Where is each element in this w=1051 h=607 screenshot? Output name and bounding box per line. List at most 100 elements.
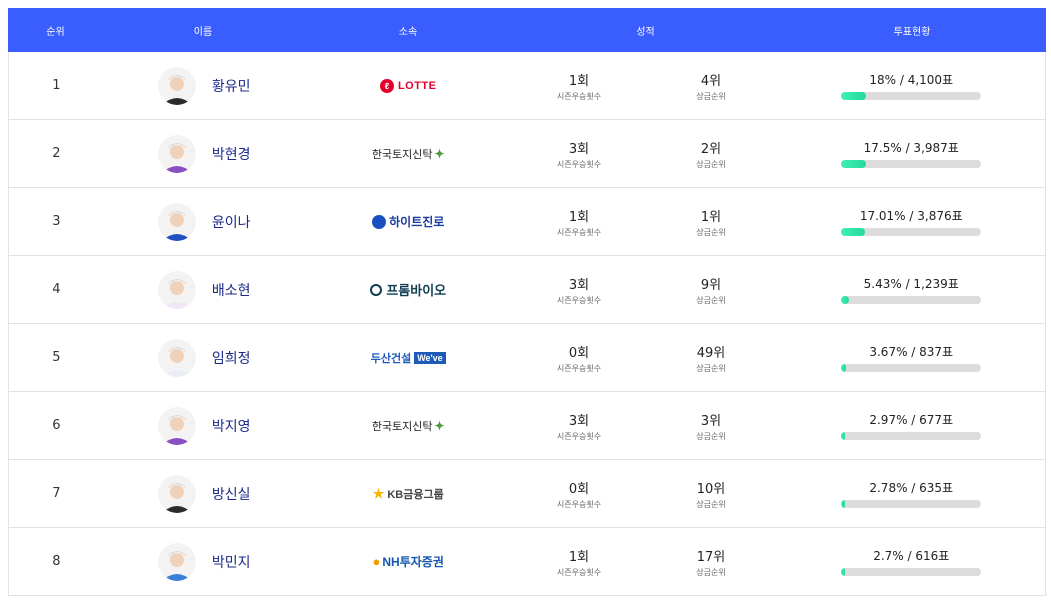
vote-ranking-table: 순위 이름 소속 성적 투표현황 1 황유민 ℓ LOTTE 1회 시즌우승횟수 … xyxy=(8,8,1046,596)
season-wins-stat: 1회 시즌우승횟수 xyxy=(513,546,645,578)
player-avatar[interactable] xyxy=(157,338,196,377)
vote-progress-bar xyxy=(841,296,982,304)
vote-text: 2.7% / 616표 xyxy=(873,549,950,563)
lotte-mark-icon: ℓ xyxy=(379,78,394,93)
vote-progress-fill xyxy=(841,228,866,236)
nh-mark-icon: ● xyxy=(372,554,381,569)
vote-text: 3.67% / 837표 xyxy=(869,345,954,359)
header-performance: 성적 xyxy=(636,26,655,38)
player-name[interactable]: 박지영 xyxy=(212,416,251,436)
land-trust-mark-icon: ✦ xyxy=(434,146,445,161)
season-wins-label: 시즌우승횟수 xyxy=(556,363,602,373)
sponsor-logo: 프롬바이오 xyxy=(303,280,513,299)
prize-rank-stat: 1위 상금순위 xyxy=(645,206,777,238)
season-wins-label: 시즌우승횟수 xyxy=(556,499,602,509)
player-avatar[interactable] xyxy=(157,474,196,513)
table-row[interactable]: 2 박현경 한국토지신탁 ✦ 3회 시즌우승횟수 2위 상금순위 17.5% / … xyxy=(8,120,1046,188)
season-wins-label: 시즌우승횟수 xyxy=(556,159,602,169)
player-avatar[interactable] xyxy=(157,202,196,241)
prize-rank-label: 상금순위 xyxy=(696,431,726,441)
sponsor-name: 하이트진로 xyxy=(389,215,445,229)
player-cell[interactable]: 박현경 xyxy=(104,134,304,173)
vote-cell: 3.67% / 837표 xyxy=(778,343,1045,372)
performance-cell: 1회 시즌우승횟수 17위 상금순위 xyxy=(513,546,777,578)
prize-rank-label: 상금순위 xyxy=(696,159,726,169)
table-row[interactable]: 6 박지영 한국토지신탁 ✦ 3회 시즌우승횟수 3위 상금순위 2.97% / … xyxy=(8,392,1046,460)
player-cell[interactable]: 윤이나 xyxy=(104,202,304,241)
vote-progress-fill xyxy=(841,296,849,304)
prize-rank-label: 상금순위 xyxy=(696,567,726,577)
kb-star-icon: ★ xyxy=(372,485,385,501)
vote-text: 2.78% / 635표 xyxy=(869,481,954,495)
prize-rank-label: 상금순위 xyxy=(696,91,726,101)
prize-rank-label: 상금순위 xyxy=(696,227,726,237)
player-name[interactable]: 배소현 xyxy=(212,280,251,300)
player-name[interactable]: 방신실 xyxy=(212,484,251,504)
player-name[interactable]: 황유민 xyxy=(212,76,251,96)
prize-rank-stat: 49위 상금순위 xyxy=(645,342,777,374)
player-avatar[interactable] xyxy=(157,542,196,581)
performance-cell: 3회 시즌우승횟수 3위 상금순위 xyxy=(513,410,777,442)
sponsor-name: 프롬바이오 xyxy=(386,283,447,298)
player-avatar[interactable] xyxy=(157,134,196,173)
sponsor-name: 두산건설 xyxy=(370,352,412,365)
vote-text: 17.01% / 3,876표 xyxy=(859,209,963,223)
player-cell[interactable]: 임희정 xyxy=(104,338,304,377)
table-row[interactable]: 5 임희정 두산건설 We've 0회 시즌우승횟수 49위 상금순위 3.67%… xyxy=(8,324,1046,392)
vote-progress-fill xyxy=(841,432,846,440)
season-wins-value: 0회 xyxy=(568,345,590,361)
player-cell[interactable]: 박지영 xyxy=(104,406,304,445)
vote-text: 2.97% / 677표 xyxy=(869,413,954,427)
season-wins-label: 시즌우승횟수 xyxy=(556,227,602,237)
player-avatar[interactable] xyxy=(157,66,196,105)
weve-badge: We've xyxy=(414,351,446,364)
player-cell[interactable]: 황유민 xyxy=(104,66,304,105)
player-name[interactable]: 박민지 xyxy=(212,552,251,572)
frombio-logo: 프롬바이오 xyxy=(370,280,446,299)
vote-progress-bar xyxy=(841,364,982,372)
player-cell[interactable]: 박민지 xyxy=(104,542,304,581)
header-name: 이름 xyxy=(193,26,213,38)
prize-rank-stat: 17위 상금순위 xyxy=(645,546,777,578)
header-affiliation: 소속 xyxy=(398,26,418,38)
player-name[interactable]: 박현경 xyxy=(212,144,251,164)
player-avatar[interactable] xyxy=(157,406,196,445)
season-wins-stat: 0회 시즌우승횟수 xyxy=(513,342,645,374)
table-row[interactable]: 3 윤이나 하이트진로 1회 시즌우승횟수 1위 상금순위 17.01% / 3… xyxy=(8,188,1046,256)
season-wins-label: 시즌우승횟수 xyxy=(556,91,602,101)
frombio-mark-icon xyxy=(370,283,383,296)
prize-rank-stat: 3위 상금순위 xyxy=(645,410,777,442)
table-row[interactable]: 7 방신실 ★ KB금융그룹 0회 시즌우승횟수 10위 상금순위 2.78% /… xyxy=(8,460,1046,528)
performance-cell: 0회 시즌우승횟수 10위 상금순위 xyxy=(513,478,777,510)
performance-cell: 3회 시즌우승횟수 9위 상금순위 xyxy=(513,274,777,306)
player-avatar[interactable] xyxy=(157,270,196,309)
vote-cell: 5.43% / 1,239표 xyxy=(778,275,1045,304)
sponsor-logo: 한국토지신탁 ✦ xyxy=(303,418,513,434)
table-row[interactable]: 8 박민지 ● NH투자증권 1회 시즌우승횟수 17위 상금순위 2.7% / … xyxy=(8,528,1046,596)
season-wins-value: 3회 xyxy=(568,141,590,157)
prize-rank-value: 17위 xyxy=(696,549,726,565)
performance-cell: 3회 시즌우승횟수 2위 상금순위 xyxy=(513,138,777,170)
vote-progress-bar xyxy=(841,432,982,440)
vote-progress-fill xyxy=(841,92,867,100)
player-name[interactable]: 윤이나 xyxy=(212,212,251,232)
season-wins-stat: 3회 시즌우승횟수 xyxy=(513,274,645,306)
sponsor-logo: 하이트진로 xyxy=(303,213,513,230)
table-row[interactable]: 1 황유민 ℓ LOTTE 1회 시즌우승횟수 4위 상금순위 18% / 4,1… xyxy=(8,52,1046,120)
sponsor-logo: ● NH투자증권 xyxy=(303,553,513,570)
player-name[interactable]: 임희정 xyxy=(212,348,251,368)
hite-jinro-logo: 하이트진로 xyxy=(372,213,444,230)
sponsor-name: LOTTE xyxy=(397,79,437,92)
player-cell[interactable]: 배소현 xyxy=(104,270,304,309)
rank-number: 6 xyxy=(52,418,61,433)
prize-rank-value: 49위 xyxy=(696,345,726,361)
table-row[interactable]: 4 배소현 프롬바이오 3회 시즌우승횟수 9위 상금순위 5.43% / 1,… xyxy=(8,256,1046,324)
table-header: 순위 이름 소속 성적 투표현황 xyxy=(8,8,1046,52)
sponsor-logo: ★ KB금융그룹 xyxy=(303,486,513,502)
header-rank: 순위 xyxy=(46,26,65,38)
vote-cell: 17.01% / 3,876표 xyxy=(778,207,1045,236)
season-wins-label: 시즌우승횟수 xyxy=(556,295,602,305)
season-wins-value: 1회 xyxy=(568,209,590,225)
doosan-logo: 두산건설 We've xyxy=(371,350,446,366)
player-cell[interactable]: 방신실 xyxy=(104,474,304,513)
